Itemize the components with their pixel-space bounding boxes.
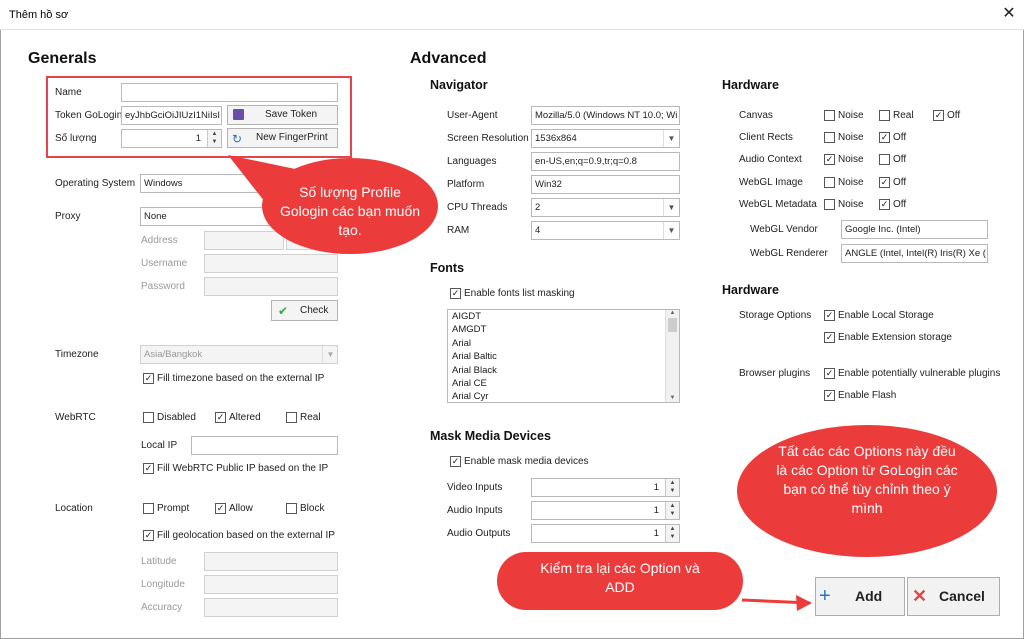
check-callout: Kiểm tra lại các Option và ADD <box>497 552 743 610</box>
qty-callout: Số lượng Profile Gologin các bạn muốn tạ… <box>262 158 438 254</box>
arrow-head-icon <box>796 595 812 611</box>
options-callout: Tất các các Options này đều là các Optio… <box>737 425 997 557</box>
